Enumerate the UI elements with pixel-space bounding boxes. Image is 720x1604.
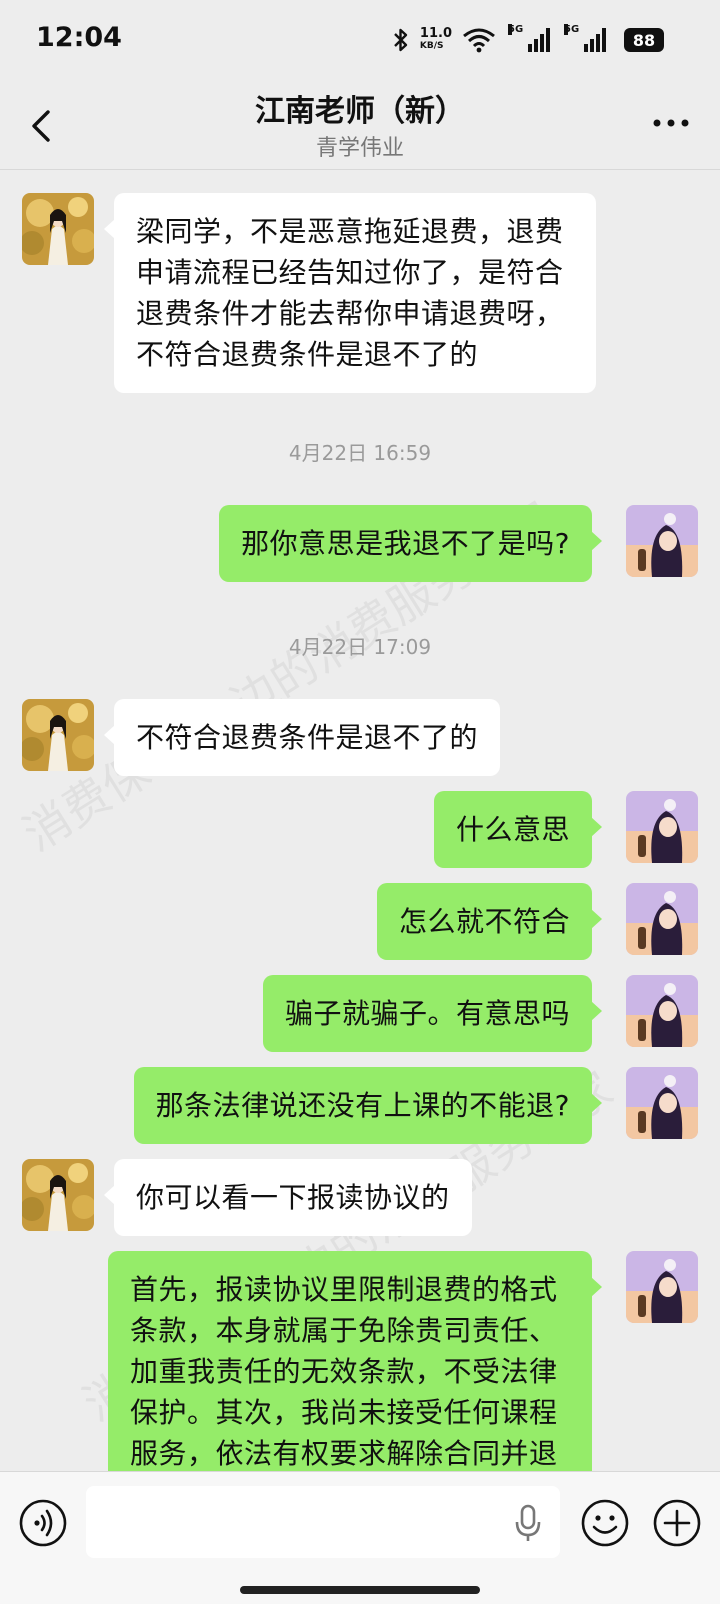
battery-icon: 88 xyxy=(624,28,664,52)
signal-icon: 5G xyxy=(508,24,550,52)
chat-header: 江南老师（新） 青学伟业 xyxy=(0,80,720,170)
user-avatar-icon xyxy=(626,1067,698,1139)
message-bubble-sent[interactable]: 那条法律说还没有上课的不能退? xyxy=(133,1067,603,1144)
chat-title: 江南老师（新） xyxy=(255,94,465,129)
avatar[interactable] xyxy=(626,975,698,1047)
teacher-avatar-icon xyxy=(22,1159,94,1231)
chat-subtitle: 青学伟业 xyxy=(315,136,404,161)
bluetooth-icon xyxy=(394,28,408,52)
status-icons: 11.0 KB/S 5G 5G 88 xyxy=(392,22,664,58)
plus-icon[interactable] xyxy=(652,1498,702,1548)
message-bubble-sent[interactable]: 那你意思是我退不了是吗? xyxy=(219,505,602,582)
message-input[interactable] xyxy=(86,1486,560,1558)
user-avatar-icon xyxy=(626,883,698,955)
teacher-avatar-icon xyxy=(22,193,94,265)
avatar[interactable] xyxy=(626,1251,698,1323)
signal-icon: 5G xyxy=(564,24,606,52)
message-bubble-sent[interactable]: 首先，报读协议里限制退费的格式条款，本身就属于免除贵司责任、加重我责任的无效条款… xyxy=(108,1251,602,1471)
message-bubble-sent[interactable]: 怎么就不符合 xyxy=(376,883,603,960)
message-bubble-sent[interactable]: 骗子就骗子。有意思吗 xyxy=(262,975,603,1052)
message-timestamp: 4月22日 16:59 xyxy=(288,441,432,465)
avatar[interactable] xyxy=(626,791,698,863)
message-bubble-received[interactable]: 你可以看一下报读协议的 xyxy=(104,1159,472,1236)
wifi-icon xyxy=(463,28,495,53)
user-avatar-icon xyxy=(626,791,698,863)
message-bubble-sent[interactable]: 什么意思 xyxy=(433,791,603,868)
status-bar: 12:04 11.0 KB/S 5G 5G 88 xyxy=(0,0,720,80)
status-time: 12:04 xyxy=(36,22,122,53)
net-speed-value: 11.0 xyxy=(419,26,452,41)
avatar[interactable] xyxy=(22,193,94,265)
avatar[interactable] xyxy=(22,1159,94,1231)
signal-label: 5G xyxy=(564,24,580,35)
message-bubble-received[interactable]: 梁同学，不是恶意拖延退费，退费申请流程已经告知过你了，是符合退费条件才能去帮你申… xyxy=(104,193,596,393)
message-bubble-received[interactable]: 不符合退费条件是退不了的 xyxy=(103,699,501,776)
emoji-icon[interactable] xyxy=(580,1498,630,1548)
net-speed-unit: KB/S xyxy=(419,41,444,51)
input-bar xyxy=(0,1471,720,1604)
home-indicator[interactable] xyxy=(240,1586,480,1594)
avatar[interactable] xyxy=(626,883,698,955)
signal-label: 5G xyxy=(508,24,524,35)
user-avatar-icon xyxy=(626,1251,698,1323)
avatar[interactable] xyxy=(626,505,698,577)
chat-area[interactable]: 消费保 您身边的消费服务管家 消费保 您身边的消费服务管家 梁同学，不是恶意拖延… xyxy=(0,171,720,1471)
microphone-icon[interactable] xyxy=(514,1504,542,1542)
more-icon[interactable] xyxy=(652,116,690,130)
voice-input-icon[interactable] xyxy=(18,1498,68,1548)
message-timestamp: 4月22日 17:09 xyxy=(288,635,432,659)
net-speed: 11.0 KB/S xyxy=(419,26,452,52)
avatar[interactable] xyxy=(22,699,94,771)
avatar[interactable] xyxy=(626,1067,698,1139)
teacher-avatar-icon xyxy=(22,699,94,771)
user-avatar-icon xyxy=(626,975,698,1047)
user-avatar-icon xyxy=(626,505,698,577)
